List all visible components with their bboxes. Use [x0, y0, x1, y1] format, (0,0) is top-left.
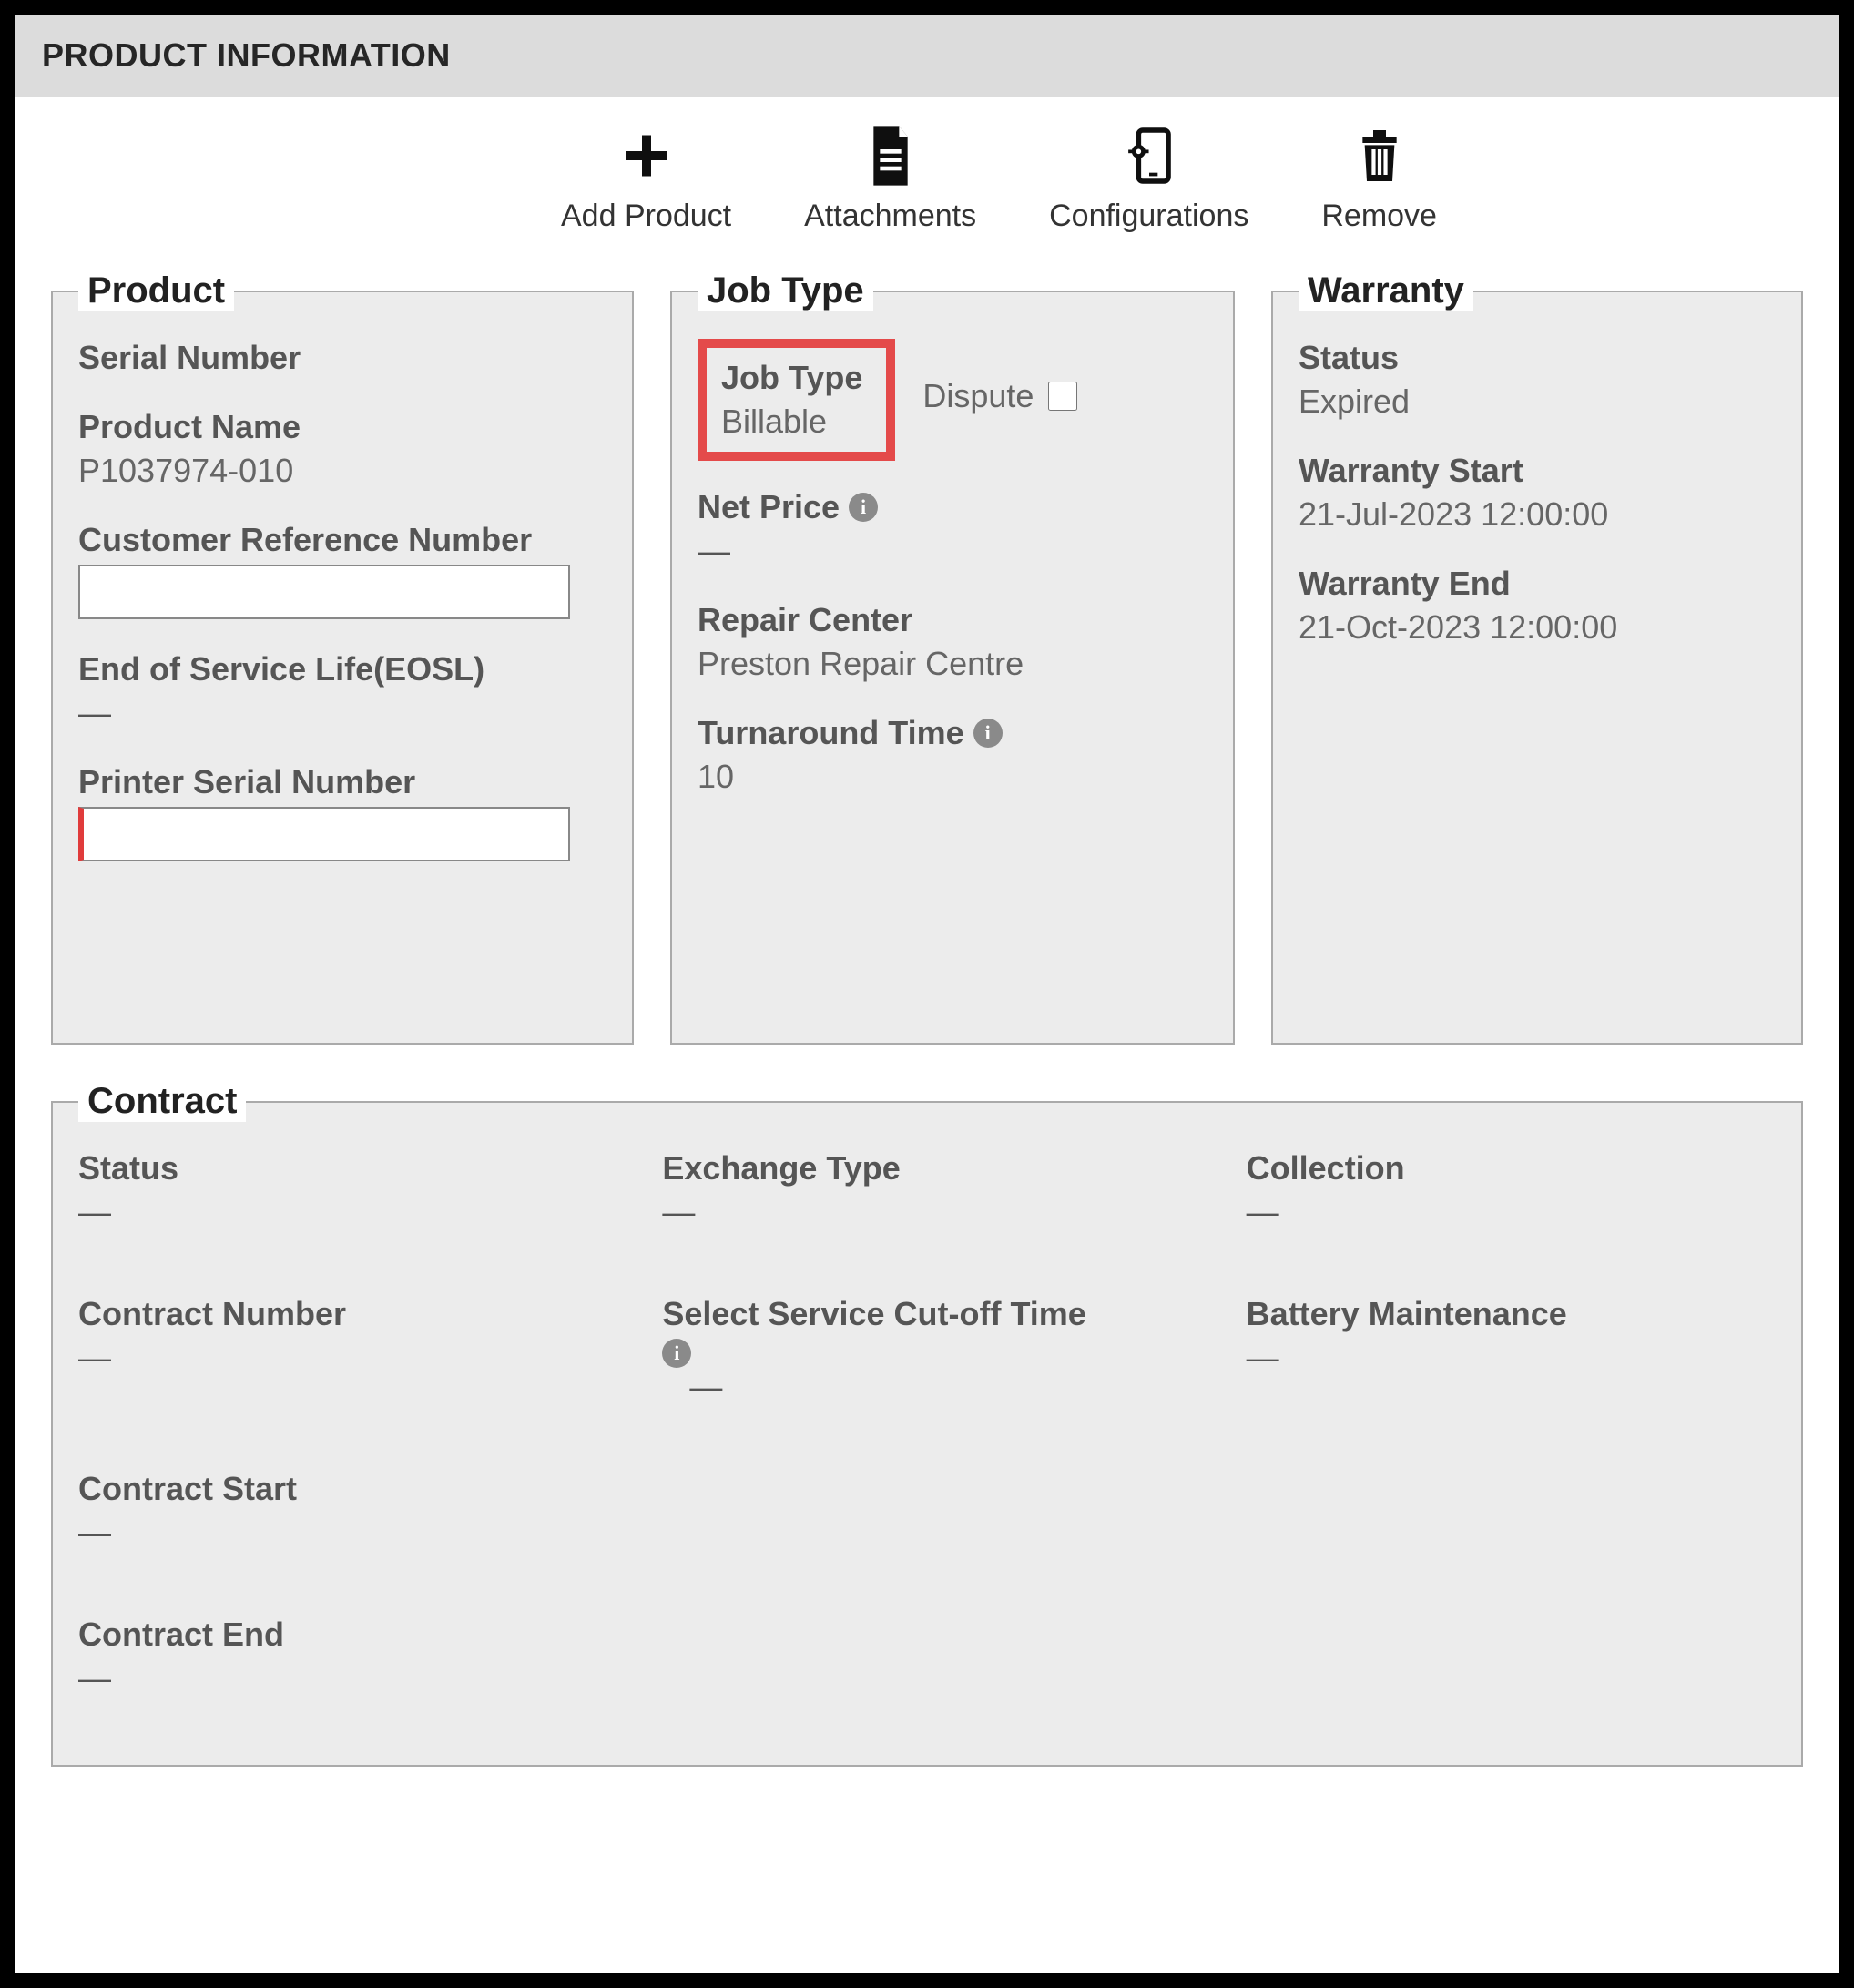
repair-center-value: Preston Repair Centre [698, 645, 1207, 683]
cutoff-value: — [689, 1368, 1191, 1406]
document-icon [859, 124, 922, 188]
contract-status-label: Status [78, 1149, 607, 1188]
customer-ref-field: Customer Reference Number [78, 521, 606, 619]
battery-value: — [1247, 1339, 1776, 1377]
turnaround-value: 10 [698, 758, 1207, 796]
contract-start-field: Contract Start — [78, 1470, 607, 1552]
product-panel: Product Serial Number Product Name P1037… [51, 270, 634, 1045]
net-price-label-text: Net Price [698, 488, 840, 526]
product-legend: Product [78, 270, 234, 311]
repair-center-label: Repair Center [698, 601, 1207, 639]
product-name-label: Product Name [78, 408, 606, 446]
remove-label: Remove [1321, 199, 1437, 234]
printer-serial-input[interactable] [78, 807, 570, 861]
collection-value: — [1247, 1193, 1776, 1231]
printer-serial-label: Printer Serial Number [78, 763, 606, 801]
window-frame: PRODUCT INFORMATION Add Product Attachme… [0, 0, 1854, 1988]
battery-field: Battery Maintenance — [1247, 1295, 1776, 1406]
cutoff-label: Select Service Cut-off Time [662, 1295, 1191, 1333]
collection-label: Collection [1247, 1149, 1776, 1188]
exchange-type-field: Exchange Type — [662, 1149, 1191, 1231]
contract-status-value: — [78, 1193, 607, 1231]
configurations-button[interactable]: Configurations [1049, 124, 1248, 234]
warranty-end-value: 21-Oct-2023 12:00:00 [1299, 608, 1776, 647]
contract-number-value: — [78, 1339, 607, 1377]
contract-grid: Status — Exchange Type — Collection — Co… [78, 1149, 1776, 1728]
trash-icon [1348, 124, 1411, 188]
battery-label: Battery Maintenance [1247, 1295, 1776, 1333]
eosl-field: End of Service Life(EOSL) — [78, 650, 606, 732]
attachments-label: Attachments [804, 199, 976, 234]
contract-status-field: Status — [78, 1149, 607, 1231]
turnaround-label: Turnaround Time i [698, 714, 1207, 752]
eosl-label: End of Service Life(EOSL) [78, 650, 606, 688]
dispute-field[interactable]: Dispute [922, 377, 1080, 415]
exchange-type-value: — [662, 1193, 1191, 1231]
jobtype-panel: Job Type Job Type Billable Dispute Net P… [670, 270, 1235, 1045]
customer-ref-input[interactable] [78, 565, 570, 619]
contract-number-label: Contract Number [78, 1295, 607, 1333]
collection-field: Collection — [1247, 1149, 1776, 1231]
add-product-label: Add Product [561, 199, 731, 234]
phone-gear-icon [1117, 124, 1181, 188]
turnaround-label-text: Turnaround Time [698, 714, 964, 752]
job-type-value: Billable [721, 403, 862, 441]
contract-end-label: Contract End [78, 1616, 607, 1654]
repair-center-field: Repair Center Preston Repair Centre [698, 601, 1207, 683]
warranty-end-label: Warranty End [1299, 565, 1776, 603]
net-price-label: Net Price i [698, 488, 1207, 526]
warranty-legend: Warranty [1299, 270, 1473, 311]
section-header: PRODUCT INFORMATION [15, 15, 1839, 97]
warranty-start-value: 21-Jul-2023 12:00:00 [1299, 495, 1776, 534]
section-title: PRODUCT INFORMATION [42, 36, 451, 74]
product-name-field: Product Name P1037974-010 [78, 408, 606, 490]
jobtype-row: Job Type Billable Dispute [698, 339, 1207, 461]
warranty-end-field: Warranty End 21-Oct-2023 12:00:00 [1299, 565, 1776, 647]
warranty-start-field: Warranty Start 21-Jul-2023 12:00:00 [1299, 452, 1776, 534]
cutoff-field: Select Service Cut-off Time i — [662, 1295, 1191, 1406]
cutoff-label-text: Select Service Cut-off Time [662, 1295, 1086, 1333]
warranty-panel: Warranty Status Expired Warranty Start 2… [1271, 270, 1803, 1045]
add-product-button[interactable]: Add Product [561, 124, 731, 234]
contract-panel: Contract Status — Exchange Type — Collec… [51, 1081, 1803, 1767]
contract-number-field: Contract Number — [78, 1295, 607, 1406]
warranty-start-label: Warranty Start [1299, 452, 1776, 490]
net-price-field: Net Price i — [698, 488, 1207, 570]
panels-row: Product Serial Number Product Name P1037… [51, 270, 1803, 1045]
product-name-value: P1037974-010 [78, 452, 606, 490]
attachments-button[interactable]: Attachments [804, 124, 976, 234]
contract-end-value: — [78, 1659, 607, 1697]
contract-end-field: Contract End — [78, 1616, 607, 1697]
eosl-value: — [78, 694, 606, 732]
dispute-checkbox[interactable] [1048, 382, 1077, 411]
info-icon[interactable]: i [973, 719, 1003, 748]
content-area: Add Product Attachments Configurations R… [15, 97, 1839, 1821]
info-icon[interactable]: i [662, 1339, 691, 1368]
dispute-label: Dispute [922, 377, 1034, 415]
contract-legend: Contract [78, 1081, 246, 1122]
configurations-label: Configurations [1049, 199, 1248, 234]
serial-number-field: Serial Number [78, 339, 606, 377]
contract-start-value: — [78, 1514, 607, 1552]
customer-ref-label: Customer Reference Number [78, 521, 606, 559]
jobtype-highlight-box: Job Type Billable [698, 339, 895, 461]
jobtype-legend: Job Type [698, 270, 873, 311]
warranty-status-field: Status Expired [1299, 339, 1776, 421]
exchange-type-label: Exchange Type [662, 1149, 1191, 1188]
plus-icon [615, 124, 678, 188]
job-type-label: Job Type [721, 359, 862, 397]
warranty-status-value: Expired [1299, 382, 1776, 421]
contract-start-label: Contract Start [78, 1470, 607, 1508]
remove-button[interactable]: Remove [1321, 124, 1437, 234]
info-icon[interactable]: i [849, 493, 878, 522]
action-toolbar: Add Product Attachments Configurations R… [51, 124, 1803, 234]
serial-number-label: Serial Number [78, 339, 606, 377]
turnaround-field: Turnaround Time i 10 [698, 714, 1207, 796]
printer-serial-field: Printer Serial Number [78, 763, 606, 861]
warranty-status-label: Status [1299, 339, 1776, 377]
net-price-value: — [698, 532, 1207, 570]
